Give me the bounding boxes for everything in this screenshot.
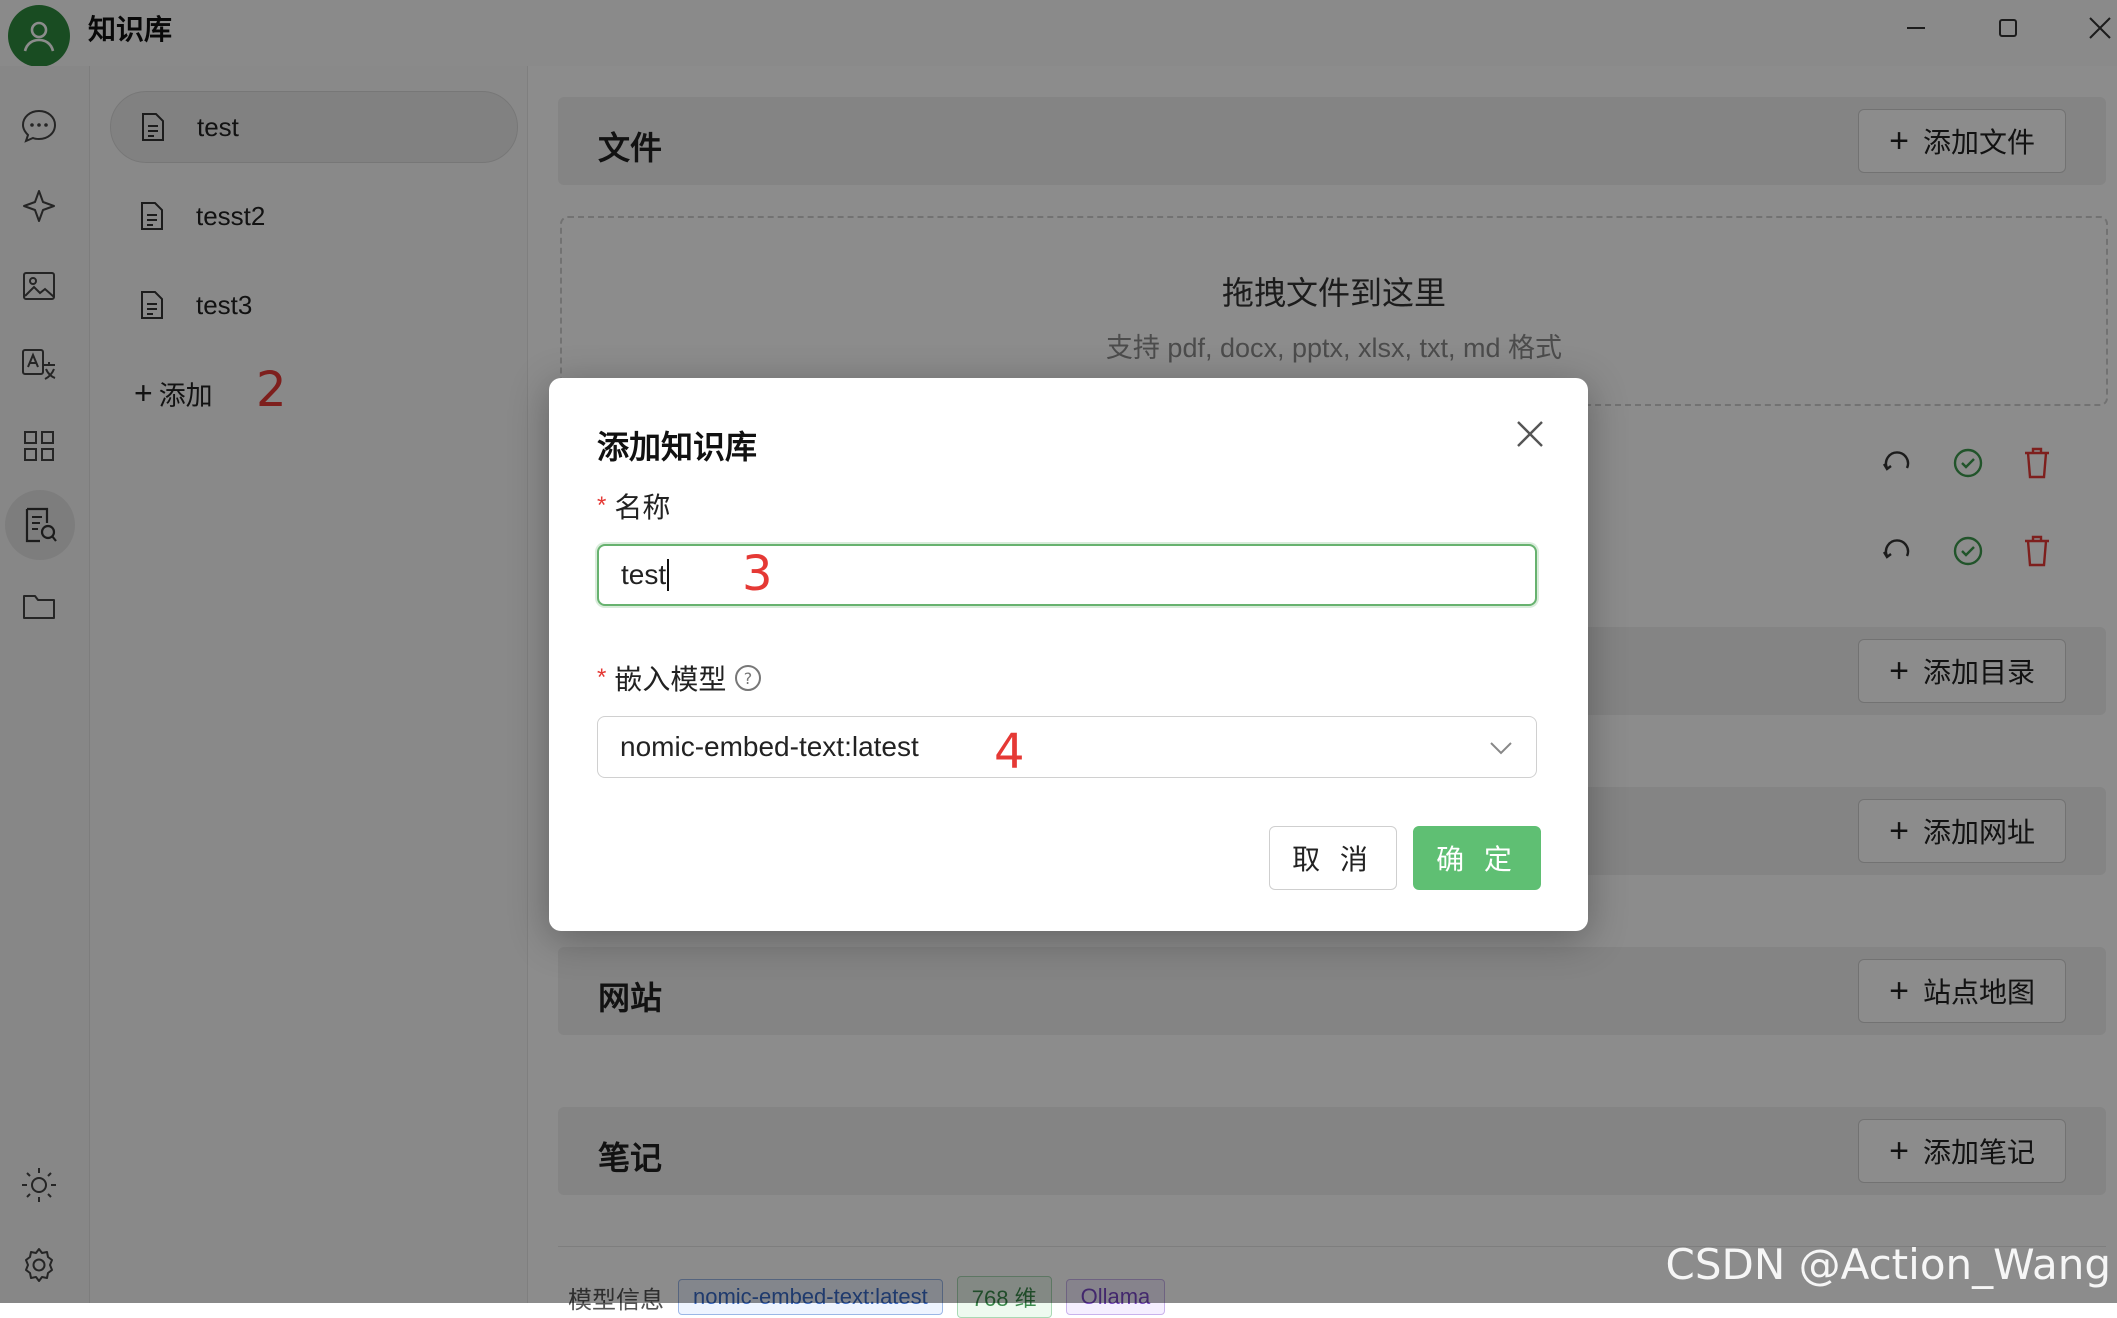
cancel-button[interactable]: 取 消 (1269, 826, 1397, 890)
close-icon (1517, 421, 1543, 447)
name-input-value: test (621, 559, 667, 590)
watermark: CSDN @Action_Wang (1665, 1240, 2112, 1289)
required-marker: * (597, 492, 607, 519)
name-input[interactable]: test (597, 544, 1537, 606)
help-icon[interactable]: ? (734, 664, 762, 692)
annotation-3: 3 (742, 546, 773, 602)
chevron-down-icon (1490, 742, 1512, 755)
annotation-4: 4 (994, 724, 1025, 780)
name-field-label: * 名称 (597, 486, 670, 526)
model-field-label: * 嵌入模型 ? (597, 658, 762, 698)
name-label-text: 名称 (614, 492, 671, 523)
add-kb-dialog: 添加知识库 * 名称 test 3 * 嵌入模型 ? nomic-embed-t… (549, 378, 1588, 931)
model-select-value: nomic-embed-text:latest (620, 731, 919, 762)
text-caret (667, 559, 670, 591)
dialog-title: 添加知识库 (597, 429, 758, 465)
svg-text:?: ? (744, 669, 753, 688)
dialog-close-button[interactable] (1510, 414, 1550, 454)
required-marker: * (597, 664, 607, 691)
model-label-text: 嵌入模型 (614, 664, 727, 695)
embedding-model-select[interactable]: nomic-embed-text:latest (597, 716, 1537, 778)
confirm-button[interactable]: 确 定 (1413, 826, 1541, 890)
